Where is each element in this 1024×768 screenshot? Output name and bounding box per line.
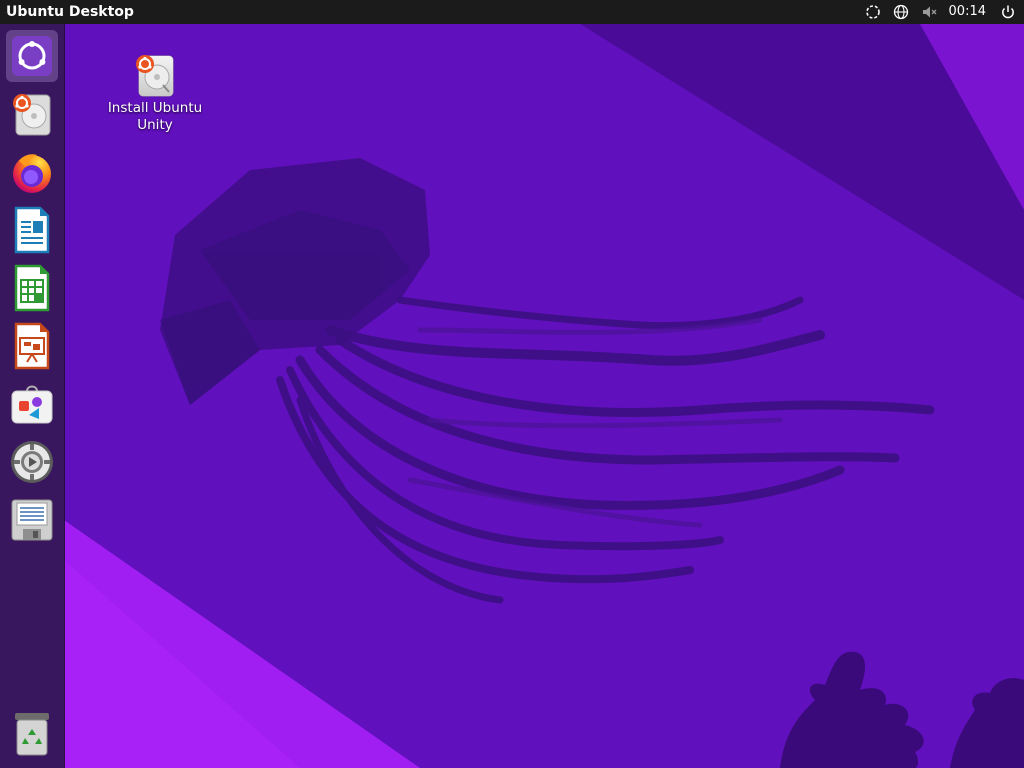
launcher-libreoffice-impress[interactable] bbox=[6, 320, 58, 372]
indicator-sound[interactable] bbox=[921, 0, 937, 24]
launcher-install-ubuntu[interactable] bbox=[6, 88, 58, 140]
indicator-network[interactable] bbox=[893, 0, 909, 24]
writer-document-icon bbox=[14, 206, 50, 254]
launcher-trash[interactable] bbox=[6, 708, 58, 760]
desktop-icon-install-ubuntu-unity[interactable]: Install Ubuntu Unity bbox=[104, 52, 206, 142]
desktop-icon-label: Install Ubuntu Unity bbox=[107, 100, 203, 133]
window-title: Ubuntu Desktop bbox=[6, 4, 134, 20]
firefox-icon bbox=[13, 154, 51, 193]
disk-installer-icon bbox=[136, 55, 174, 97]
indicator-area: 00:14 bbox=[859, 0, 1024, 24]
launcher-settings[interactable] bbox=[6, 436, 58, 488]
desktop-screen: Install Ubuntu Unity Ubuntu Desktop 00:1… bbox=[0, 0, 1024, 768]
clock[interactable]: 00:14 bbox=[949, 0, 986, 24]
indicator-session[interactable] bbox=[1000, 0, 1016, 24]
calc-spreadsheet-icon bbox=[14, 264, 50, 312]
software-store-icon bbox=[11, 385, 53, 424]
busy-spinner-icon bbox=[865, 5, 880, 19]
top-panel: Ubuntu Desktop 00:14 bbox=[0, 0, 1024, 24]
settings-gear-icon bbox=[11, 441, 53, 483]
launcher-dash[interactable] bbox=[6, 30, 58, 82]
ubuntu-dash-icon bbox=[12, 36, 52, 76]
launcher-software-center[interactable] bbox=[6, 378, 58, 430]
launcher-libreoffice-calc[interactable] bbox=[6, 262, 58, 314]
power-icon bbox=[1002, 5, 1014, 19]
indicator-activity[interactable] bbox=[865, 0, 881, 24]
disk-installer-icon bbox=[13, 94, 51, 136]
volume-muted-icon bbox=[922, 6, 936, 18]
floppy-document-icon bbox=[11, 499, 53, 541]
impress-presentation-icon bbox=[14, 322, 50, 370]
launcher-save-device[interactable] bbox=[6, 494, 58, 546]
trash-icon bbox=[15, 713, 49, 756]
launcher-libreoffice-writer[interactable] bbox=[6, 204, 58, 256]
network-globe-icon bbox=[893, 4, 908, 20]
launcher-firefox[interactable] bbox=[6, 146, 58, 198]
launcher-sidebar bbox=[0, 24, 65, 768]
